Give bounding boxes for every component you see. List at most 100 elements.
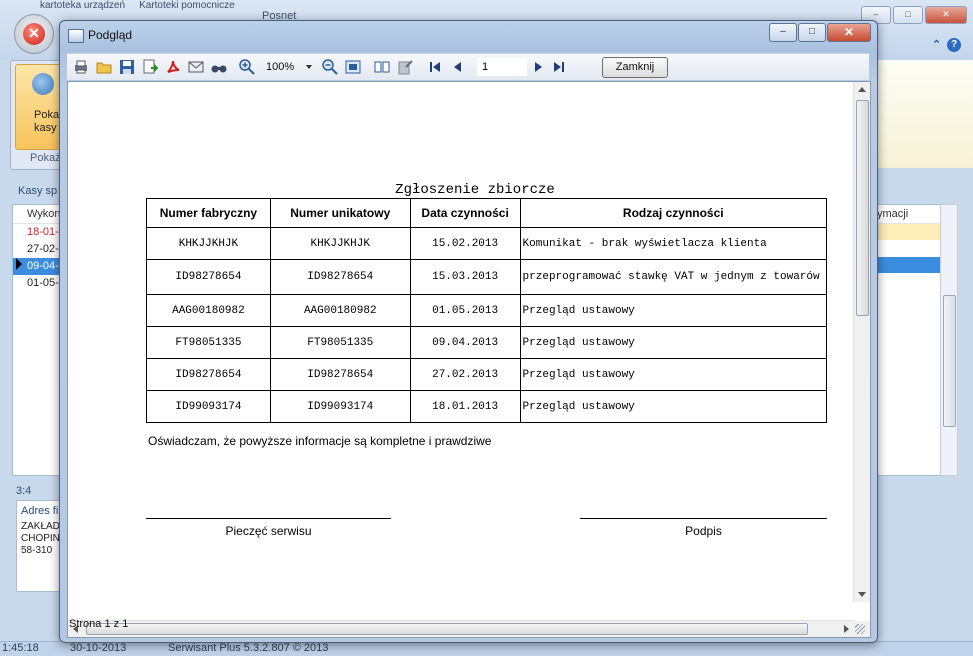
unique-number-cell: KHKJJKHJK — [269, 227, 411, 260]
window-icon — [68, 29, 84, 43]
activities-table: Numer fabryczny Numer unikatowy Data czy… — [146, 198, 828, 423]
zoom-in-icon[interactable] — [239, 59, 255, 75]
close-button[interactable]: Zamknij — [602, 57, 668, 78]
close-icon[interactable]: ✕ — [925, 6, 967, 24]
close-window-button[interactable]: ✕ — [827, 23, 871, 42]
unique-number-cell: ID99093174 — [269, 390, 411, 423]
unique-number-cell: ID98278654 — [269, 259, 411, 295]
window-buttons: – □ ✕ — [769, 23, 871, 42]
page-setup-icon[interactable] — [397, 59, 413, 75]
date-cell: 15.03.2013 — [409, 259, 521, 295]
ribbon-button-line1: Poka — [34, 109, 60, 121]
last-page-icon[interactable] — [551, 59, 567, 75]
table-row: FT98051335 FT98051335 09.04.2013 Przeglą… — [146, 326, 828, 359]
signature-line — [580, 518, 827, 519]
date-cell: 15.02.2013 — [409, 227, 521, 260]
right-list-row[interactable] — [871, 224, 941, 240]
column-header: Rodzaj czynności — [519, 198, 828, 228]
stamp-label: Pieczęć serwisu — [225, 524, 312, 538]
report-viewer[interactable]: Zgłoszenie zbiorcze Numer fabryczny Nume… — [67, 81, 871, 638]
page-number-input[interactable]: 1 — [477, 58, 527, 76]
unique-number-cell: ID98278654 — [269, 358, 411, 391]
activity-type-cell: Przegląd ustawowy — [519, 358, 828, 391]
zoom-out-icon[interactable] — [322, 59, 338, 75]
find-icon[interactable] — [211, 59, 227, 75]
maximize-button[interactable]: □ — [798, 23, 826, 42]
status-product: Serwisant Plus 5.3.2.807 © 2013 — [168, 642, 329, 654]
unique-number-cell: AAG00180982 — [269, 294, 411, 327]
window-title: Podgląd — [88, 28, 133, 42]
table-row: ID98278654 ID98278654 15.03.2013 przepro… — [146, 259, 828, 295]
help-icon[interactable]: ? — [947, 38, 962, 52]
status-date: 30-10-2013 — [70, 642, 127, 654]
magnifier-icon — [32, 73, 54, 95]
activity-type-cell: Komunikat - brak wyświetlacza klienta — [519, 227, 828, 260]
tab-kartoteka[interactable]: kartoteka urządzeń — [40, 0, 125, 11]
ribbon-right-area — [876, 60, 973, 169]
serial-number-cell: ID98278654 — [146, 358, 271, 391]
book-icon[interactable] — [374, 59, 390, 75]
right-list[interactable]: ymacji — [870, 204, 942, 476]
serial-number-cell: ID99093174 — [146, 390, 271, 423]
resize-grip-icon[interactable] — [855, 624, 865, 634]
zoom-value: 100% — [266, 61, 295, 73]
export-icon[interactable] — [142, 59, 158, 75]
tab-kartoteki-pomocnicze[interactable]: Kartoteki pomocnicze — [139, 0, 235, 11]
page-status: Strona 1 z 1 — [69, 618, 129, 630]
date-cell: 27.02.2013 — [409, 358, 521, 391]
pdf-icon[interactable] — [165, 59, 181, 75]
signature-label: Podpis — [685, 524, 722, 538]
next-page-icon[interactable] — [530, 59, 546, 75]
serial-number-cell: ID98278654 — [146, 259, 271, 295]
app-menu-button[interactable]: ✕ — [14, 14, 54, 54]
record-count: 3:4 — [16, 485, 32, 497]
print-icon[interactable] — [73, 59, 89, 75]
document-title: Zgłoszenie zbiorcze — [395, 182, 555, 198]
email-icon[interactable] — [188, 59, 204, 75]
serial-number-cell: AAG00180982 — [146, 294, 271, 327]
table-header-row: Numer fabryczny Numer unikatowy Data czy… — [146, 198, 828, 228]
section-label: Kasy sp — [18, 185, 58, 197]
activity-type-cell: Przegląd ustawowy — [519, 390, 828, 423]
scrollbar-thumb[interactable] — [943, 295, 956, 427]
scrollbar-thumb[interactable] — [86, 623, 808, 635]
minimize-button[interactable]: – — [769, 23, 797, 42]
app-tabs: kartoteka urządzeń Kartoteki pomocnicze — [40, 0, 235, 11]
chevron-down-icon — [306, 65, 312, 69]
date-cell: 18.01.2013 — [409, 390, 521, 423]
date-cell: 09.04.2013 — [409, 326, 521, 359]
column-header: Numer fabryczny — [146, 198, 271, 228]
row-pointer-icon — [16, 258, 22, 270]
right-list-row-selected[interactable] — [871, 257, 941, 273]
unique-number-cell: FT98051335 — [269, 326, 411, 359]
scrollbar-thumb[interactable] — [856, 100, 869, 316]
activity-type-cell: Przegląd ustawowy — [519, 294, 828, 327]
scroll-right-icon[interactable] — [844, 625, 849, 633]
ribbon-button-line2: kasy — [34, 122, 57, 134]
table-row: AAG00180982 AAG00180982 01.05.2013 Przeg… — [146, 294, 828, 327]
serial-number-cell: KHKJJKHJK — [146, 227, 271, 260]
date-cell: 01.05.2013 — [409, 294, 521, 327]
right-list-scrollbar[interactable] — [940, 204, 958, 476]
app-window-buttons: – □ ✕ — [861, 6, 967, 24]
zoom-select[interactable]: 100% — [266, 58, 316, 76]
close-circle-icon: ✕ — [23, 23, 45, 45]
declaration-text: Oświadczam, że powyższe informacje są ko… — [148, 434, 492, 448]
table-row: KHKJJKHJK KHKJJKHJK 15.02.2013 Komunikat… — [146, 227, 828, 260]
previous-page-icon[interactable] — [450, 59, 466, 75]
stamp-line — [146, 518, 391, 519]
first-page-icon[interactable] — [427, 59, 443, 75]
open-folder-icon[interactable] — [96, 59, 112, 75]
fit-page-icon[interactable] — [345, 59, 361, 75]
right-list-header[interactable]: ymacji — [871, 205, 941, 224]
status-time: 1:45:18 — [2, 642, 39, 654]
report-page: Zgłoszenie zbiorcze Numer fabryczny Nume… — [78, 94, 852, 606]
vertical-scrollbar[interactable] — [853, 82, 870, 602]
app-status-bar: 1:45:18 30-10-2013 Serwisant Plus 5.3.2.… — [0, 641, 973, 656]
collapse-ribbon-icon[interactable]: ⌃ — [932, 38, 941, 52]
maximize-icon[interactable]: □ — [893, 6, 923, 24]
scroll-up-icon[interactable] — [858, 87, 866, 92]
horizontal-scrollbar[interactable] — [68, 620, 854, 637]
scroll-down-icon[interactable] — [858, 592, 866, 597]
save-icon[interactable] — [119, 59, 135, 75]
